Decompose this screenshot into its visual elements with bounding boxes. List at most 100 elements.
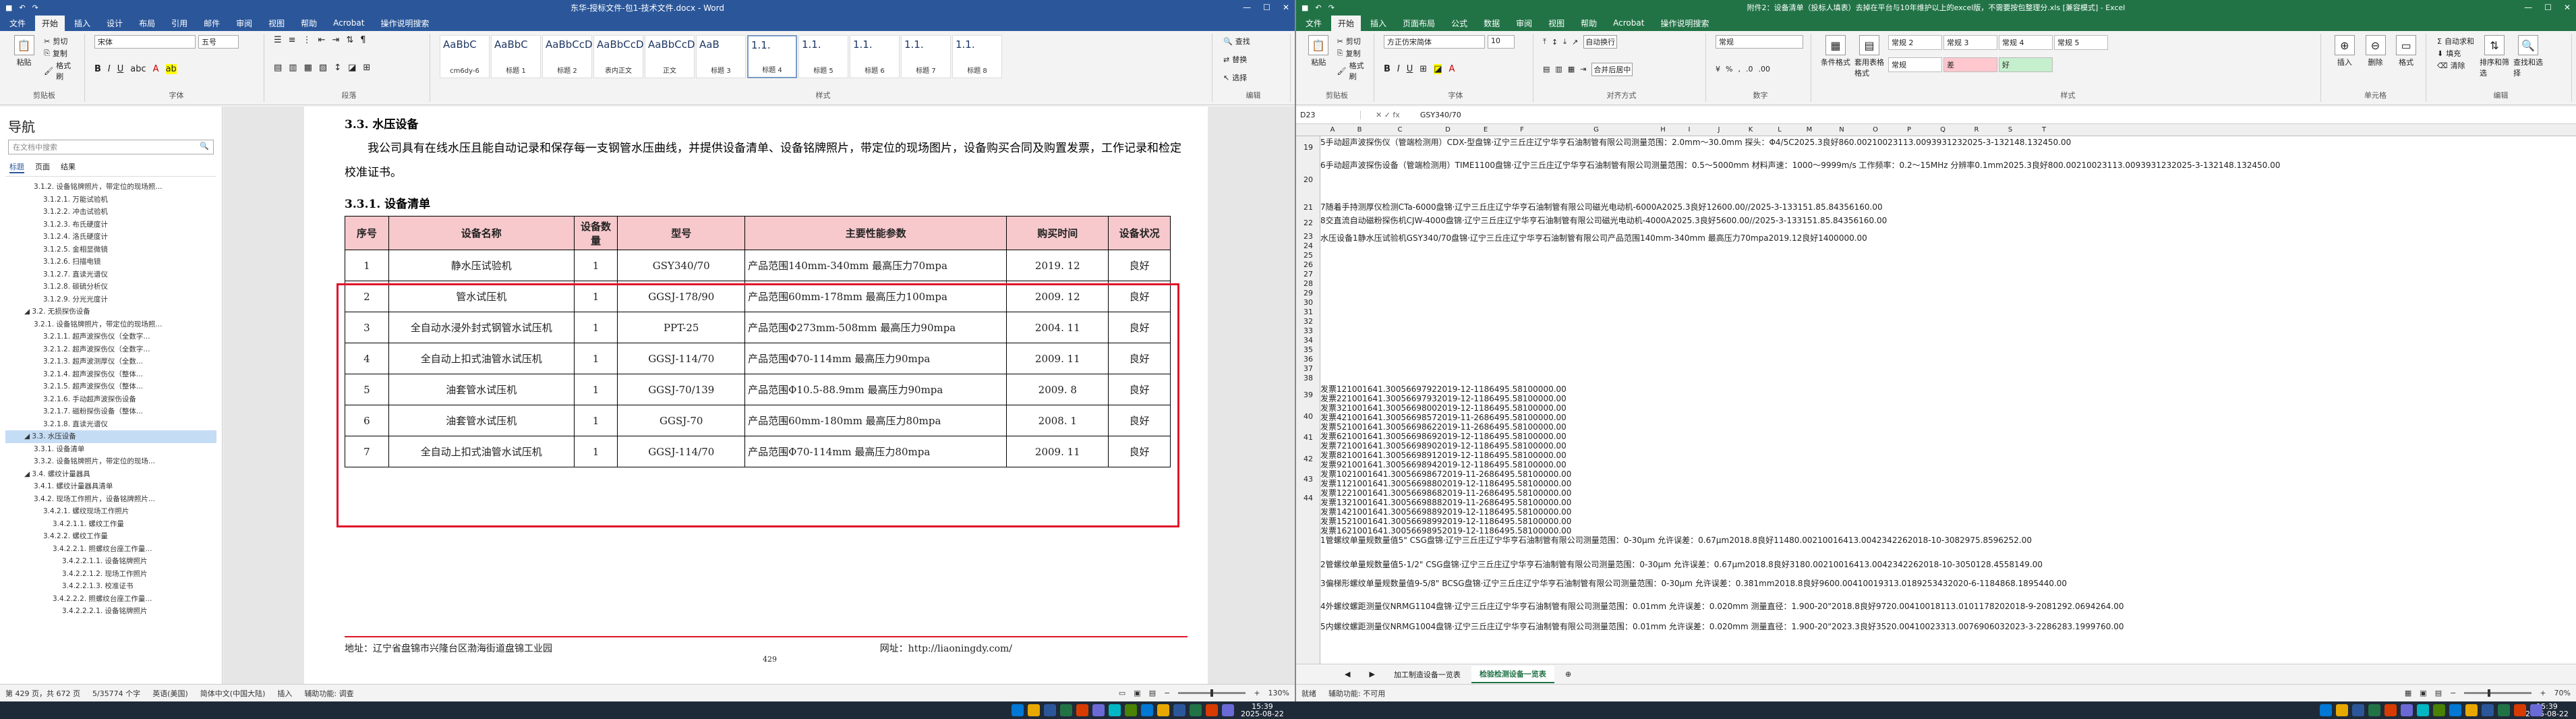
add-sheet-icon[interactable]: ⊕ <box>1557 667 1579 681</box>
orientation-icon[interactable]: ↗ <box>1572 38 1578 47</box>
nav-heading-item[interactable]: 3.4.2.2.1. 照螺纹台座工作量... <box>5 543 216 556</box>
cell-p[interactable]: 356160.00 <box>1839 202 1883 212</box>
nav-heading-item[interactable]: 3.4.1. 螺纹计量器具清单 <box>5 480 216 493</box>
autosum-button[interactable]: Σ 自动求和 <box>2436 35 2476 47</box>
copy-button[interactable]: ⎘ 复制 <box>42 47 79 59</box>
tab-insert[interactable]: 插入 <box>67 16 97 31</box>
row-header[interactable]: 34 <box>1296 336 1320 345</box>
cell-o[interactable]: 3151.85.84 <box>1797 216 1844 225</box>
cell-j[interactable]: 良好 <box>1700 216 1716 225</box>
table-cell[interactable]: 1 <box>573 250 618 281</box>
row-header[interactable]: 32 <box>1296 317 1320 326</box>
tab-file[interactable]: 文件 <box>3 16 32 31</box>
nav-heading-item[interactable]: 3.4.2.1. 螺纹现场工作照片 <box>5 505 216 518</box>
style-6[interactable]: AaB 标题 3 <box>696 35 746 78</box>
teams-icon[interactable] <box>1222 704 1234 716</box>
nav-tab-headings[interactable]: 标题 <box>9 161 24 173</box>
cell-g[interactable]: 辽宁华亨石油制管有限公司 <box>1534 138 1631 147</box>
table-cell[interactable]: 良好 <box>1108 312 1171 343</box>
cell-m[interactable]: 07690603 <box>1964 622 2005 631</box>
nav-heading-item[interactable]: ◢ 3.2. 无损探伤设备 <box>5 306 216 318</box>
row-header[interactable]: 29 <box>1296 289 1320 297</box>
tab-layout[interactable]: 布局 <box>132 16 162 31</box>
teams-icon[interactable] <box>2401 704 2413 716</box>
cell-p[interactable]: 95440.00 <box>2028 579 2067 588</box>
cell-k[interactable]: 3180.00 <box>1790 560 1823 569</box>
cell-k[interactable]: 11480.00 <box>1774 536 1812 545</box>
style-10[interactable]: 1.1. 标题 7 <box>901 35 951 78</box>
cell-f[interactable]: 盘锦·辽宁三丘庄 <box>1475 138 1534 147</box>
decrease-indent-icon[interactable]: ⇤ <box>318 35 326 45</box>
column-header[interactable]: A <box>1320 126 1345 134</box>
table-cell[interactable]: GGSJ-70 <box>617 405 746 436</box>
row-header[interactable]: 24 <box>1296 241 1320 250</box>
highlight-button[interactable]: ab <box>165 64 177 74</box>
table-cell[interactable]: 良好 <box>1108 250 1171 281</box>
cell-style-item[interactable]: 差 <box>1943 57 1997 72</box>
font-name-select[interactable]: 宋体 <box>94 35 196 49</box>
nav-heading-item[interactable]: 3.2.1.7. 磁粉探伤设备（整体... <box>5 405 216 418</box>
column-header[interactable]: H <box>1649 126 1676 134</box>
sheet-nav-prev[interactable]: ◀ <box>1337 667 1358 681</box>
tab-references[interactable]: 引用 <box>165 16 194 31</box>
cell-j[interactable]: 良好 <box>1803 579 1819 588</box>
nav-heading-item[interactable]: 3.2.1.5. 超声波探伤仪（整体... <box>5 380 216 393</box>
cell-c[interactable]: 4 <box>1320 602 1326 611</box>
row-header[interactable]: 33 <box>1296 326 1320 335</box>
style-3[interactable]: AaBbCcD 标题 2 <box>542 35 593 78</box>
column-header[interactable]: B <box>1345 126 1374 134</box>
cell-d[interactable]: 手动超声波探伤设备（管端检测用） <box>1326 161 1455 170</box>
teams-icon[interactable] <box>2530 704 2542 716</box>
font-size-select[interactable]: 10 <box>1488 35 1515 49</box>
cell-p[interactable]: 356160.00 <box>1843 216 1887 225</box>
save-icon[interactable]: ■ <box>1301 3 1308 12</box>
cell-n[interactable]: 2025-3-13 <box>2171 161 2213 170</box>
folder-icon[interactable] <box>2336 704 2348 716</box>
borders-icon[interactable]: ⊞ <box>1419 64 1427 74</box>
cell-n[interactable]: 2018-10-30 <box>1908 536 1955 545</box>
nav-heading-item[interactable]: 3.2.1.6. 手动超声波探伤设备 <box>5 393 216 406</box>
cell-o[interactable]: 50128.45 <box>1965 560 2003 569</box>
cell-o[interactable]: 2148.13 <box>2004 138 2038 147</box>
cell-l[interactable]: 410019313.0 <box>1852 579 1906 588</box>
cell-d[interactable]: 静水压试验机 <box>1358 233 1407 243</box>
align-center-icon[interactable]: ▥ <box>289 63 297 73</box>
increase-indent-icon[interactable]: ⇥ <box>332 35 339 45</box>
nav-tab-results[interactable]: 结果 <box>61 161 76 173</box>
align-bottom-icon[interactable]: ⤓ <box>1563 37 1567 47</box>
word-icon[interactable] <box>1044 704 1056 716</box>
column-header[interactable]: N <box>1825 126 1858 134</box>
cell-j[interactable]: 良好 <box>2032 161 2048 170</box>
browser-icon[interactable] <box>2320 704 2332 716</box>
cell-j[interactable]: 良好 <box>1774 560 1790 569</box>
redo-icon[interactable]: ↷ <box>32 3 38 12</box>
style-1[interactable]: AaBbC cm6dy-6 <box>440 35 490 78</box>
nav-heading-item[interactable]: 3.1.2.3. 布氏硬度计 <box>5 219 216 231</box>
cell-p[interactable]: 94264.00 <box>2085 602 2124 611</box>
cell-o[interactable]: 3151.85.84 <box>1792 202 1839 212</box>
align-right-icon[interactable]: ▦ <box>304 63 312 73</box>
language-1[interactable]: 英语(美国) <box>152 688 188 699</box>
tab-mailings[interactable]: 邮件 <box>197 16 227 31</box>
zoom-thumb[interactable] <box>1210 689 1214 697</box>
justify-icon[interactable]: ▧ <box>319 63 327 73</box>
column-header[interactable]: E <box>1470 126 1501 134</box>
style-7[interactable]: 1.1. 标题 4 <box>747 35 797 78</box>
cell-d[interactable]: 偏梯形螺纹单量规数量值 <box>1326 579 1415 588</box>
replace-button[interactable]: ⇄ 替换 <box>1222 53 1285 65</box>
cell-e[interactable]: TIME1100 <box>1455 161 1495 170</box>
merge-center-button[interactable]: 合并后居中 <box>1591 62 1633 76</box>
zoom-out-icon[interactable]: − <box>1164 689 1170 697</box>
table-cell[interactable]: 产品范围60mm-178mm 最高压力100mpa <box>744 281 1007 312</box>
format-cells-button[interactable]: ▭ 格式 <box>2392 35 2420 67</box>
table-cell[interactable]: 1 <box>573 343 618 374</box>
cell-c[interactable]: 1 <box>1320 536 1326 545</box>
tell-me-search[interactable]: 操作说明搜索 <box>374 16 436 31</box>
cut-button[interactable]: ✂ 剪切 <box>42 35 79 47</box>
close-icon[interactable]: ✕ <box>1283 3 1289 12</box>
powerpoint-icon[interactable] <box>2384 704 2397 716</box>
cell-o[interactable]: 86283.19 <box>2047 622 2085 631</box>
cell-i[interactable]: 2025.3 <box>1672 216 1700 225</box>
cell-e[interactable]: GSY340/70 <box>1407 233 1451 243</box>
cell-m[interactable]: 10117820 <box>1964 602 2005 611</box>
